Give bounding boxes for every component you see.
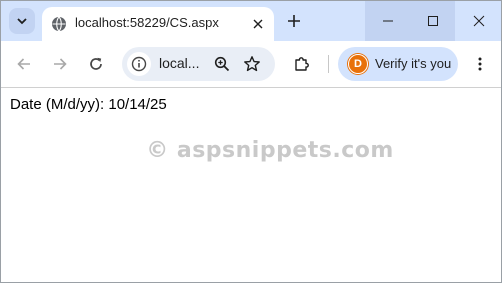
toolbar-separator bbox=[328, 55, 329, 73]
info-icon bbox=[131, 56, 147, 72]
profile-chip-button[interactable]: D Verify it's you bbox=[338, 47, 458, 81]
globe-icon bbox=[51, 16, 67, 32]
browser-window: localhost:58229/CS.aspx local... D Verif… bbox=[0, 0, 502, 283]
browser-menu-button[interactable] bbox=[468, 52, 492, 76]
plus-icon bbox=[287, 14, 301, 28]
arrow-left-icon bbox=[16, 56, 32, 72]
reload-icon bbox=[88, 56, 104, 72]
puzzle-icon bbox=[293, 55, 311, 73]
url-text[interactable]: local... bbox=[159, 55, 199, 71]
tab-title: localhost:58229/CS.aspx bbox=[75, 15, 219, 30]
forward-button[interactable] bbox=[48, 52, 72, 76]
profile-chip-label: Verify it's you bbox=[375, 56, 452, 71]
close-icon bbox=[473, 15, 485, 27]
back-button[interactable] bbox=[12, 52, 36, 76]
more-vert-icon bbox=[472, 56, 488, 72]
browser-toolbar: local... D Verify it's you bbox=[1, 41, 501, 88]
extensions-button[interactable] bbox=[290, 52, 314, 76]
zoom-icon[interactable] bbox=[210, 52, 234, 76]
close-icon bbox=[253, 19, 263, 29]
page-content: Date (M/d/yy): 10/14/25 © aspsnippets.co… bbox=[1, 88, 501, 282]
date-label: Date (M/d/yy): 10/14/25 bbox=[10, 96, 167, 113]
chevron-down-icon bbox=[16, 15, 28, 27]
tab-close-button[interactable] bbox=[249, 15, 267, 33]
reload-button[interactable] bbox=[84, 52, 108, 76]
site-info-button[interactable] bbox=[127, 52, 151, 76]
tab-search-button[interactable] bbox=[9, 8, 35, 34]
minimize-icon bbox=[382, 15, 394, 27]
arrow-right-icon bbox=[52, 56, 68, 72]
tab-strip: localhost:58229/CS.aspx bbox=[1, 1, 501, 41]
minimize-button[interactable] bbox=[365, 1, 410, 41]
watermark: © aspsnippets.com bbox=[146, 138, 394, 163]
maximize-button[interactable] bbox=[410, 1, 455, 41]
tab-active[interactable]: localhost:58229/CS.aspx bbox=[42, 7, 274, 41]
maximize-icon bbox=[427, 15, 439, 27]
avatar: D bbox=[348, 54, 368, 74]
bookmark-star-icon[interactable] bbox=[240, 52, 264, 76]
new-tab-button[interactable] bbox=[283, 10, 305, 32]
address-bar[interactable]: local... bbox=[122, 47, 275, 81]
window-close-button[interactable] bbox=[456, 1, 501, 41]
